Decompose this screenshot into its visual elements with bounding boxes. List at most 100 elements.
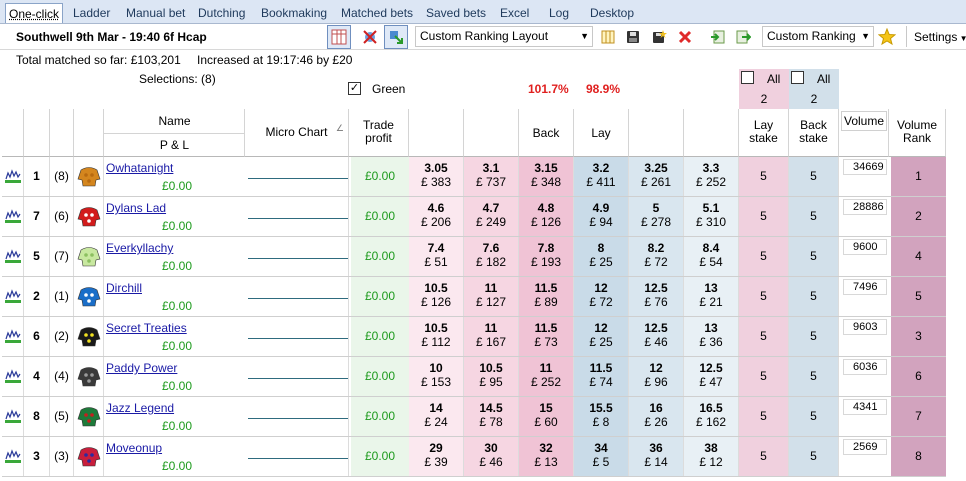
back-price-2[interactable]: 30 £ 46	[464, 437, 519, 476]
lay-price-2[interactable]: 12 £ 96	[629, 357, 684, 396]
lay-price-2[interactable]: 5 £ 278	[629, 197, 684, 236]
lay-price-best[interactable]: 4.9 £ 94	[574, 197, 629, 236]
back-price-best[interactable]: 32 £ 13	[519, 437, 574, 476]
lay-stake[interactable]: 5	[739, 317, 789, 356]
lay-price-best[interactable]: 8 £ 25	[574, 237, 629, 276]
tab-desktop[interactable]: Desktop	[590, 3, 634, 23]
columns-icon[interactable]	[596, 25, 620, 49]
export-icon[interactable]	[731, 25, 755, 49]
lay-price-best[interactable]: 3.2 £ 411	[574, 157, 629, 196]
back-price-best[interactable]: 4.8 £ 126	[519, 197, 574, 236]
header-volume-rank[interactable]: Volume Rank	[889, 109, 946, 157]
header-micro-chart[interactable]: Micro Chart ∠	[245, 109, 349, 157]
lay-stake[interactable]: 5	[739, 357, 789, 396]
lay-price-3[interactable]: 16.5 £ 162	[684, 397, 739, 436]
mini-chart-cell[interactable]	[2, 197, 24, 236]
lay-price-2[interactable]: 12.5 £ 46	[629, 317, 684, 356]
runner-name-link[interactable]: Paddy Power	[106, 361, 177, 375]
runner-name-link[interactable]: Dylans Lad	[106, 201, 166, 215]
tab-matched-bets[interactable]: Matched bets	[341, 3, 413, 23]
runner-name-link[interactable]: Jazz Legend	[106, 401, 174, 415]
lay-price-best[interactable]: 11.5 £ 74	[574, 357, 629, 396]
back-stake[interactable]: 5	[789, 397, 839, 436]
back-price-2[interactable]: 3.1 £ 737	[464, 157, 519, 196]
tab-log[interactable]: Log	[549, 3, 569, 23]
mini-chart-cell[interactable]	[2, 157, 24, 196]
lay-price-3[interactable]: 3.3 £ 252	[684, 157, 739, 196]
lay-price-3[interactable]: 12.5 £ 47	[684, 357, 739, 396]
lay-price-3[interactable]: 8.4 £ 54	[684, 237, 739, 276]
mini-chart-cell[interactable]	[2, 397, 24, 436]
back-price-2[interactable]: 11 £ 127	[464, 277, 519, 316]
lay-price-3[interactable]: 13 £ 21	[684, 277, 739, 316]
tab-dutching[interactable]: Dutching	[198, 3, 245, 23]
mini-chart-cell[interactable]	[2, 437, 24, 476]
tab-saved-bets[interactable]: Saved bets	[426, 3, 486, 23]
back-price-3[interactable]: 7.4 £ 51	[409, 237, 464, 276]
back-price-3[interactable]: 3.05 £ 383	[409, 157, 464, 196]
runner-name-link[interactable]: Secret Treaties	[106, 321, 187, 335]
lay-price-best[interactable]: 15.5 £ 8	[574, 397, 629, 436]
lay-price-2[interactable]: 3.25 £ 261	[629, 157, 684, 196]
ranking-select[interactable]: Custom Ranking ▼	[762, 26, 874, 47]
lay-price-3[interactable]: 13 £ 36	[684, 317, 739, 356]
back-price-2[interactable]: 4.7 £ 249	[464, 197, 519, 236]
lay-stake[interactable]: 5	[739, 157, 789, 196]
lay-price-3[interactable]: 5.1 £ 310	[684, 197, 739, 236]
back-price-3[interactable]: 29 £ 39	[409, 437, 464, 476]
back-price-3[interactable]: 10.5 £ 112	[409, 317, 464, 356]
lay-stake[interactable]: 5	[739, 197, 789, 236]
back-price-3[interactable]: 10.5 £ 126	[409, 277, 464, 316]
import-icon[interactable]	[706, 25, 730, 49]
lay-stake[interactable]: 5	[739, 277, 789, 316]
lay-price-2[interactable]: 36 £ 14	[629, 437, 684, 476]
back-all-checkbox[interactable]	[791, 71, 804, 84]
back-price-2[interactable]: 10.5 £ 95	[464, 357, 519, 396]
back-price-2[interactable]: 14.5 £ 78	[464, 397, 519, 436]
mini-chart-cell[interactable]	[2, 237, 24, 276]
header-name-col[interactable]: Name P & L	[104, 109, 245, 157]
runner-name-link[interactable]: Everkyllachy	[106, 241, 173, 255]
star-icon[interactable]	[875, 25, 899, 49]
back-stake[interactable]: 5	[789, 197, 839, 236]
header-back[interactable]: Back	[519, 109, 574, 157]
back-stake[interactable]: 5	[789, 357, 839, 396]
back-price-best[interactable]: 3.15 £ 348	[519, 157, 574, 196]
header-lay[interactable]: Lay	[574, 109, 629, 157]
layout-select[interactable]: Custom Ranking Layout ▼	[415, 26, 593, 47]
green-checkbox[interactable]: ✓	[348, 82, 361, 95]
tab-ladder[interactable]: Ladder	[73, 3, 110, 23]
tab-manual-bet[interactable]: Manual bet	[126, 3, 185, 23]
back-stake[interactable]: 5	[789, 277, 839, 316]
settings-menu[interactable]: Settings ▼	[914, 30, 966, 44]
runner-name-link[interactable]: Dirchill	[106, 281, 142, 295]
back-price-2[interactable]: 7.6 £ 182	[464, 237, 519, 276]
back-price-best[interactable]: 15 £ 60	[519, 397, 574, 436]
tab-excel[interactable]: Excel	[500, 3, 529, 23]
delete-icon[interactable]	[673, 25, 697, 49]
lay-all-checkbox[interactable]	[741, 71, 754, 84]
header-trade-profit[interactable]: Trade profit	[349, 109, 409, 157]
header-volume[interactable]: Volume	[839, 109, 889, 157]
tab-one-click[interactable]: One-click	[5, 3, 64, 23]
runner-name-link[interactable]: Owhatanight	[106, 161, 173, 175]
back-stake[interactable]: 5	[789, 237, 839, 276]
back-stake[interactable]: 5	[789, 157, 839, 196]
header-back-stake[interactable]: Back stake	[789, 109, 839, 157]
back-price-3[interactable]: 4.6 £ 206	[409, 197, 464, 236]
back-price-3[interactable]: 10 £ 153	[409, 357, 464, 396]
runner-name-link[interactable]: Moveonup	[106, 441, 162, 455]
grid-view-icon[interactable]	[327, 25, 351, 49]
lay-price-best[interactable]: 12 £ 72	[574, 277, 629, 316]
lay-price-best[interactable]: 34 £ 5	[574, 437, 629, 476]
save-icon[interactable]	[621, 25, 645, 49]
back-stake[interactable]: 5	[789, 437, 839, 476]
tab-bookmaking[interactable]: Bookmaking	[261, 3, 327, 23]
back-price-3[interactable]: 14 £ 24	[409, 397, 464, 436]
lay-price-2[interactable]: 8.2 £ 72	[629, 237, 684, 276]
lay-price-2[interactable]: 16 £ 26	[629, 397, 684, 436]
lay-price-best[interactable]: 12 £ 25	[574, 317, 629, 356]
back-price-best[interactable]: 11.5 £ 73	[519, 317, 574, 356]
save-as-icon[interactable]	[647, 25, 671, 49]
back-price-best[interactable]: 11.5 £ 89	[519, 277, 574, 316]
